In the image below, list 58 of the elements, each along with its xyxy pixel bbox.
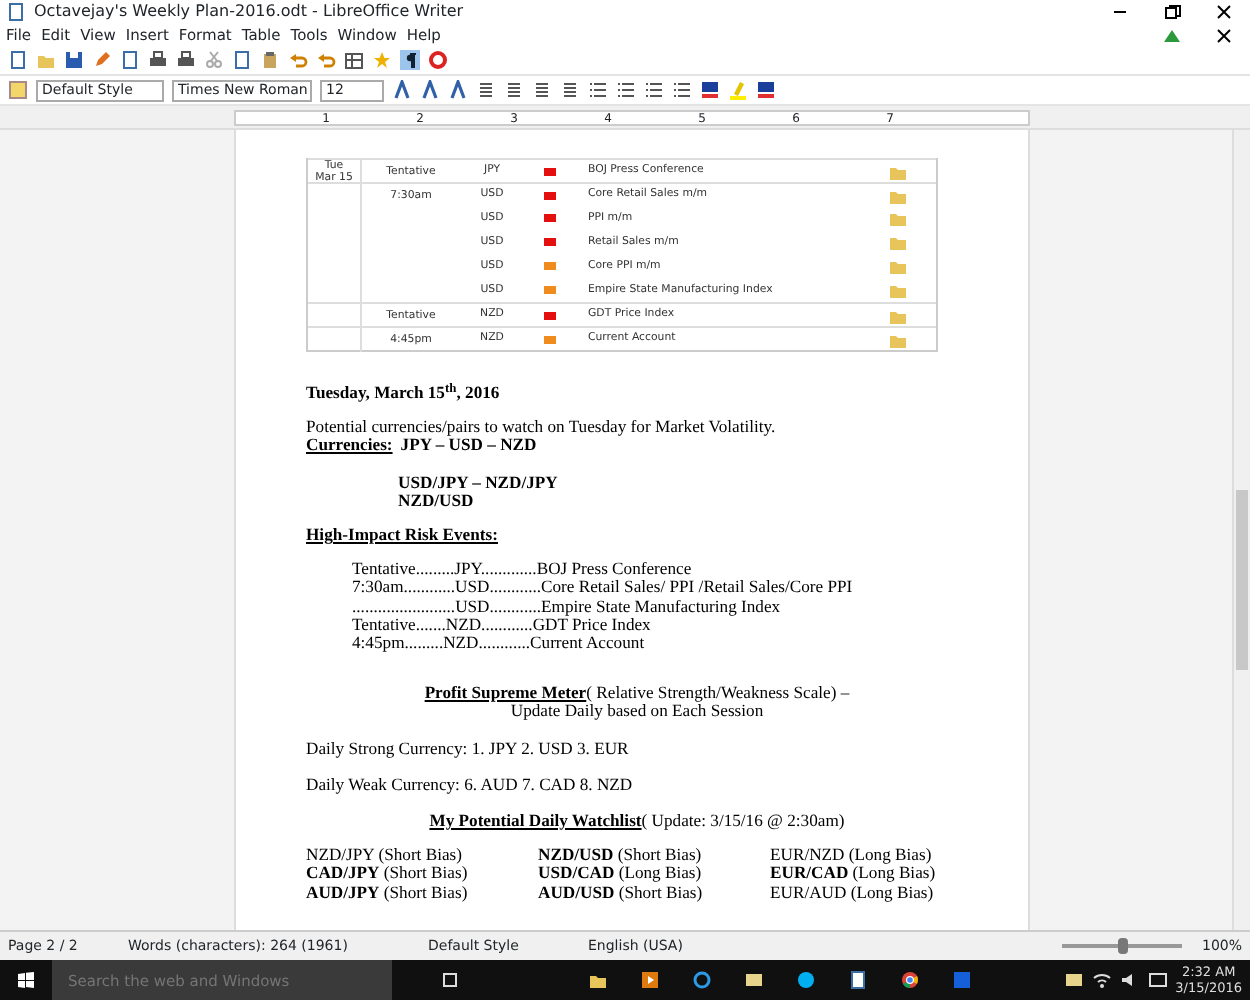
document-icon[interactable]: [848, 970, 868, 990]
watchlist-entry: EUR/CAD (Long Bias): [770, 864, 938, 884]
label: Currencies:: [306, 436, 393, 456]
pair-text: USD/JPY – NZD/JPY: [398, 473, 560, 492]
watchlist-entry: EUR/AUD (Long Bias): [770, 883, 934, 902]
close-document-icon[interactable]: [1214, 25, 1234, 45]
network-icon[interactable]: [1091, 970, 1112, 990]
event-line: Tentative.......NZD............GDT Price Index: [352, 615, 651, 635]
print-preview-icon[interactable]: [176, 50, 196, 70]
event-line: 4:45pm.........NZD............Current Account: [352, 634, 647, 653]
navigator-star-icon[interactable]: [372, 50, 392, 70]
event-line: Tentative.........JPY.............BOJ Press Conference: [352, 560, 694, 579]
print-icon[interactable]: [148, 50, 168, 70]
paste-icon[interactable]: [260, 50, 280, 70]
watchlist-entry: AUD/JPY (Short Bias): [306, 883, 470, 902]
formatting-marks-icon[interactable]: [400, 50, 420, 70]
watchlist-entry: CAD/JPY (Short Bias): [306, 864, 470, 884]
redo-icon[interactable]: [316, 50, 336, 70]
watchlist-entry: NZD/JPY (Short Bias): [306, 846, 463, 865]
save-icon[interactable]: [64, 50, 84, 70]
zoom-thumb[interactable]: [1117, 938, 1128, 954]
media-player-icon[interactable]: [640, 970, 660, 990]
watchlist-entry: USD/CAD (Long Bias): [538, 864, 704, 884]
scrollbar-thumb[interactable]: [1236, 490, 1248, 670]
styles-icon[interactable]: [8, 80, 28, 100]
windows-logo-icon[interactable]: [16, 969, 36, 990]
section-heading: High-Impact Risk Events:: [306, 526, 500, 545]
watchlist-entry: EUR/NZD (Long Bias): [770, 846, 932, 865]
edit-pencil-icon[interactable]: [92, 50, 112, 70]
app-icon[interactable]: [952, 970, 972, 990]
paragraph: Potential currencies/pairs to watch on Tuesday for Market Volatility.: [306, 418, 778, 437]
document-icon: [6, 2, 26, 22]
paragraph: Daily Weak Currency: 6. AUD 7. CAD 8. NZD: [306, 775, 635, 795]
note-text: ( Update: 3/15/16 @ 2:30am): [641, 812, 845, 831]
chrome-icon[interactable]: [900, 970, 920, 990]
heading: Tuesday, March 15$^{th}$, 2016: [306, 384, 502, 403]
currency-list: JPY – USD – NZD: [400, 436, 537, 456]
close-icon[interactable]: [1214, 2, 1234, 22]
window-title: Octavejay's Weekly Plan-2016.odt - LibreOffice Writer: [34, 0, 464, 24]
watchlist-entry: AUD/USD (Short Bias): [538, 883, 705, 902]
task-view-icon[interactable]: [440, 970, 460, 990]
section-heading: Profit Supreme Meter: [424, 684, 587, 703]
restore-icon[interactable]: [1162, 2, 1182, 22]
tray-icon[interactable]: [1063, 970, 1084, 990]
vertical-scrollbar[interactable]: [1232, 130, 1250, 930]
section-heading: My Potential Daily Watchlist: [429, 812, 642, 831]
paragraph: Daily Strong Currency: 1. JPY 2. USD 3. EUR: [306, 739, 631, 758]
notification-icon[interactable]: [1147, 970, 1168, 990]
chat-icon[interactable]: [796, 970, 816, 990]
undo-icon[interactable]: [288, 50, 308, 70]
new-document-icon[interactable]: [8, 50, 28, 70]
table-icon[interactable]: [344, 50, 364, 70]
pair-text: NZD/USD: [398, 491, 476, 511]
event-line: 7:30am............USD............Core Retail Sales/ PPI /Retail Sales/Core PPI: [352, 578, 855, 598]
event-line: ........................USD............Empire State Manufacturing Index: [352, 597, 783, 616]
note-text: ( Relative Strength/Weakness Scale) –: [586, 684, 850, 703]
note-text: Update Daily based on Each Session: [510, 702, 764, 722]
watchlist-entry: NZD/USD (Short Bias): [538, 846, 704, 865]
